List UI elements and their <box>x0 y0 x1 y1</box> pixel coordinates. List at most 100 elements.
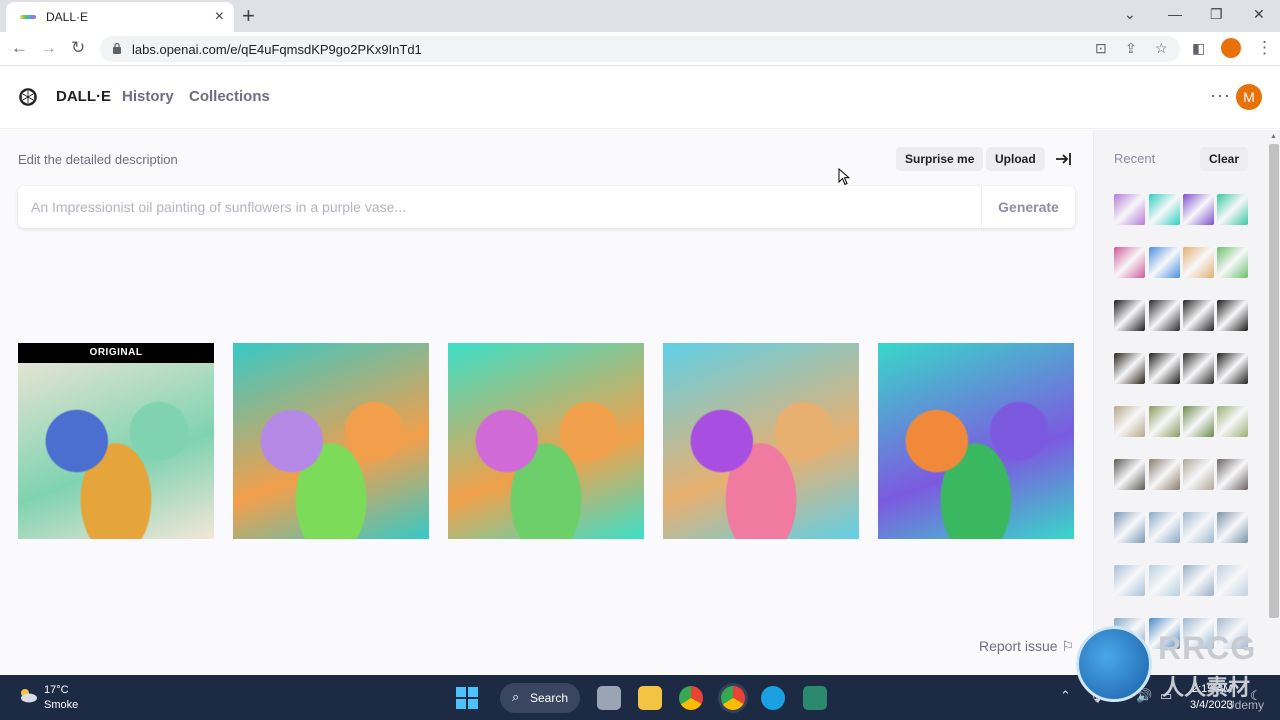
recent-thumbnail[interactable] <box>1149 300 1180 331</box>
file-explorer-icon[interactable] <box>638 686 662 710</box>
recent-thumbnail[interactable] <box>1114 194 1145 225</box>
dalle-favicon-icon <box>20 15 36 19</box>
report-issue-label: Report issue <box>979 638 1058 654</box>
bookmark-star-icon[interactable]: ☆ <box>1155 40 1168 57</box>
recent-thumbnail[interactable] <box>1114 512 1145 543</box>
lock-icon <box>113 42 121 54</box>
recent-thumbnail[interactable] <box>1183 353 1214 384</box>
app-header: DALL·E History Collections ··· M <box>0 67 1280 129</box>
recent-thumbnail[interactable] <box>1217 565 1248 596</box>
recent-thumbnail[interactable] <box>1149 512 1180 543</box>
rrcg-watermark: RRCG 人人素材 Udemy <box>1076 624 1280 720</box>
recent-thumbnail[interactable] <box>1183 194 1214 225</box>
app-brand[interactable]: DALL·E <box>56 88 111 105</box>
back-arrow-icon[interactable]: ← <box>11 38 28 58</box>
recent-thumbnail[interactable] <box>1183 247 1214 278</box>
gallery-image-variation[interactable] <box>878 343 1074 539</box>
recent-thumbnail[interactable] <box>1149 459 1180 490</box>
openai-logo-icon[interactable] <box>17 86 39 108</box>
description-label: Edit the detailed description <box>18 152 178 167</box>
chrome-active-icon[interactable] <box>721 686 745 710</box>
minimize-icon[interactable]: — <box>1168 6 1182 22</box>
gallery-image-variation[interactable] <box>448 343 644 539</box>
windows-start-icon[interactable] <box>456 687 478 709</box>
chrome-menu-icon[interactable]: ⋮ <box>1256 38 1273 58</box>
recent-thumbnail[interactable] <box>1114 406 1145 437</box>
recent-thumbnail[interactable] <box>1183 512 1214 543</box>
tab-close-icon[interactable]: × <box>215 8 224 26</box>
app-download-icon[interactable] <box>803 686 827 710</box>
recent-thumbnail[interactable] <box>1217 459 1248 490</box>
recent-thumbnail[interactable] <box>1149 406 1180 437</box>
flag-icon: ⚐ <box>1061 638 1075 654</box>
rrcg-logo-icon <box>1076 626 1152 702</box>
chrome-profile-avatar[interactable] <box>1221 38 1241 58</box>
recent-thumbnail[interactable] <box>1217 194 1248 225</box>
recent-thumbnail[interactable] <box>1217 406 1248 437</box>
nav-collections[interactable]: Collections <box>189 88 270 105</box>
collapse-sidebar-icon[interactable] <box>1054 150 1072 168</box>
more-options-icon[interactable]: ··· <box>1210 85 1231 106</box>
scroll-up-icon[interactable]: ▲ <box>1270 133 1277 140</box>
clear-button[interactable]: Clear <box>1200 147 1249 171</box>
window-close-icon[interactable]: ✕ <box>1253 6 1265 23</box>
reload-icon[interactable]: ↻ <box>71 38 85 58</box>
recent-thumbnail[interactable] <box>1149 194 1180 225</box>
browser-tabstrip: DALL·E × + ⌄ — ❐ ✕ <box>0 0 1280 32</box>
address-bar[interactable]: labs.openai.com/e/qE4uFqmsdKP9go2PKx9InT… <box>100 36 1180 62</box>
maximize-icon[interactable]: ❐ <box>1210 6 1223 23</box>
recent-thumbnail[interactable] <box>1114 300 1145 331</box>
weather-condition: Smoke <box>44 699 79 711</box>
recent-thumbnail[interactable] <box>1114 247 1145 278</box>
user-avatar[interactable]: M <box>1236 84 1262 110</box>
watermark-udemy: Udemy <box>1226 698 1265 712</box>
recent-thumbnail[interactable] <box>1114 459 1145 490</box>
prompt-box: Generate <box>18 186 1075 228</box>
recent-thumbnail[interactable] <box>1149 353 1180 384</box>
tray-chevron-icon[interactable]: ⌃ <box>1060 688 1071 704</box>
surprise-me-button[interactable]: Surprise me <box>896 147 984 171</box>
generate-button[interactable]: Generate <box>981 186 1075 228</box>
report-issue-link[interactable]: Report issue ⚐ <box>979 638 1074 655</box>
browser-tab[interactable]: DALL·E × <box>6 2 234 32</box>
upload-button[interactable]: Upload <box>986 147 1045 171</box>
recent-thumbnail[interactable] <box>1114 353 1145 384</box>
url-text: labs.openai.com/e/qE4uFqmsdKP9go2PKx9InT… <box>132 42 422 57</box>
forward-arrow-icon[interactable]: → <box>40 38 57 58</box>
gallery-image-variation[interactable] <box>233 343 429 539</box>
install-app-icon[interactable]: ⊡ <box>1095 40 1107 57</box>
task-view-icon[interactable] <box>597 686 621 710</box>
recent-thumbnail[interactable] <box>1183 406 1214 437</box>
nav-history[interactable]: History <box>122 88 174 105</box>
recent-sidebar: Recent Clear ▲ <box>1093 130 1280 675</box>
recent-thumbnail[interactable] <box>1217 353 1248 384</box>
tab-title: DALL·E <box>46 10 89 24</box>
mouse-cursor-icon <box>838 168 850 186</box>
weather-temperature: 17°C <box>44 684 69 696</box>
new-tab-icon[interactable]: + <box>242 3 255 29</box>
recent-thumbnail[interactable] <box>1114 565 1145 596</box>
recent-label: Recent <box>1114 151 1156 166</box>
weather-cloud-icon[interactable] <box>18 687 38 703</box>
recent-thumbnail[interactable] <box>1183 565 1214 596</box>
editor-main: Edit the detailed description Surprise m… <box>0 130 1093 675</box>
watermark-title: RRCG <box>1158 630 1257 666</box>
share-icon[interactable]: ⇪ <box>1125 40 1137 57</box>
gallery-image-variation[interactable] <box>663 343 859 539</box>
side-panel-icon[interactable]: ◧ <box>1192 40 1205 57</box>
gallery-image-original[interactable]: ORIGINAL <box>18 343 214 539</box>
recent-thumbnail[interactable] <box>1149 565 1180 596</box>
recent-thumbnail[interactable] <box>1183 300 1214 331</box>
sidebar-scrollbar[interactable] <box>1269 144 1279 618</box>
original-badge: ORIGINAL <box>18 343 214 363</box>
recent-thumbnail[interactable] <box>1149 247 1180 278</box>
recent-thumbnail[interactable] <box>1217 512 1248 543</box>
tab-search-chevron-icon[interactable]: ⌄ <box>1124 6 1136 23</box>
recent-thumbnail[interactable] <box>1183 459 1214 490</box>
canva-icon[interactable] <box>761 686 785 710</box>
recent-thumbnail[interactable] <box>1217 300 1248 331</box>
chrome-icon[interactable] <box>679 686 703 710</box>
prompt-input[interactable] <box>18 186 978 228</box>
search-icon: ⌕ <box>512 689 520 704</box>
recent-thumbnail[interactable] <box>1217 247 1248 278</box>
